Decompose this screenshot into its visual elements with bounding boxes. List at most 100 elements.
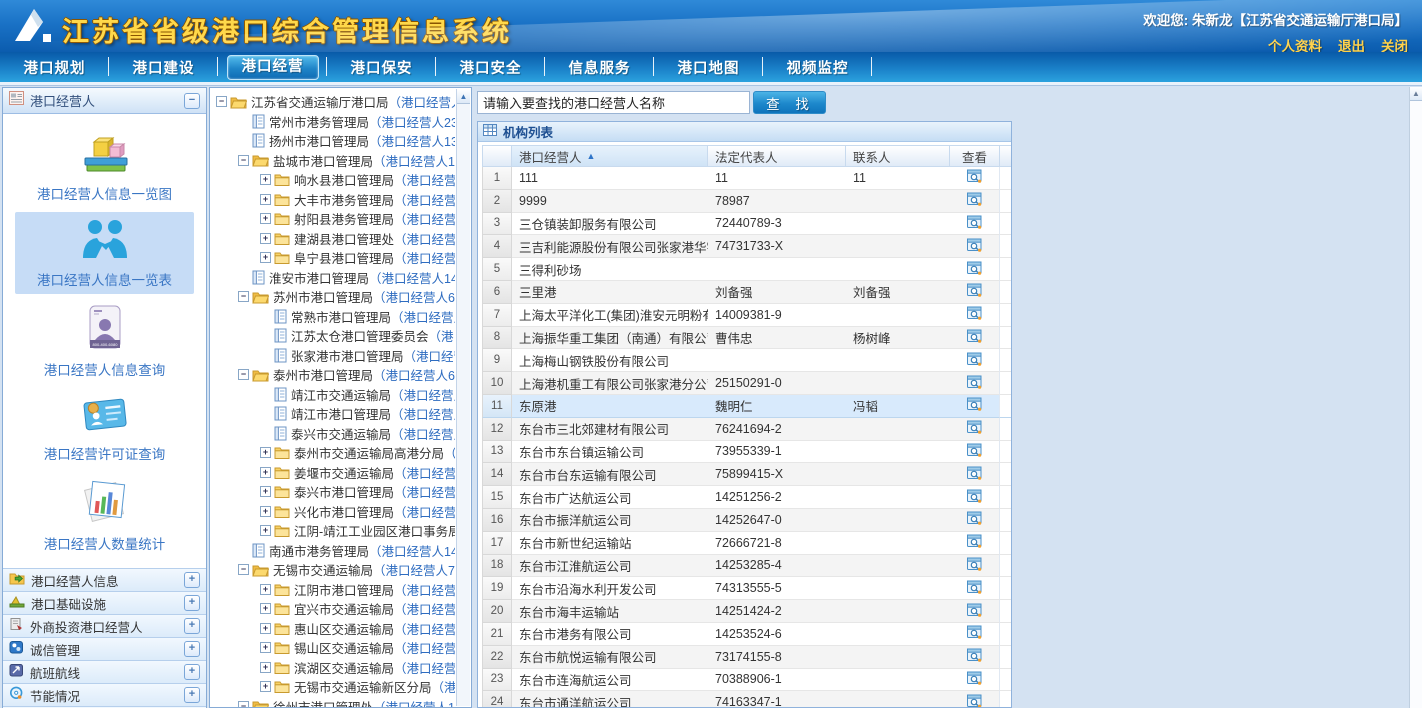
collapse-toggle-icon[interactable]: − [216,96,227,107]
view-button[interactable] [950,372,1000,395]
expand-toggle-icon[interactable]: + [260,506,271,517]
view-button[interactable] [950,669,1000,692]
view-details-icon[interactable] [967,283,983,300]
tree-node-26[interactable]: +宜兴市交通运输局（港口经营人2） [212,599,455,619]
view-button[interactable] [950,691,1000,708]
view-button[interactable] [950,463,1000,486]
expand-button[interactable]: + [184,664,200,680]
table-row[interactable]: 21东台市港务有限公司14253524-6 [482,623,1007,646]
view-details-icon[interactable] [967,489,983,506]
tree-node-9[interactable]: 淮安市港口管理局（港口经营人143） [212,268,455,288]
expand-toggle-icon[interactable]: + [260,584,271,595]
expand-toggle-icon[interactable]: + [260,447,271,458]
view-details-icon[interactable] [967,329,983,346]
view-details-icon[interactable] [967,397,983,414]
table-row[interactable]: 24东台市通洋航运公司74163347-1 [482,691,1007,708]
tree-node-19[interactable]: +姜堰市交通运输局（港口经营人0） [212,463,455,483]
expand-button[interactable]: + [184,687,200,703]
view-button[interactable] [950,235,1000,258]
table-row[interactable]: 3三仓镇装卸服务有限公司72440789-3 [482,213,1007,236]
close-link[interactable]: 关闭 [1381,35,1408,52]
sidebar-item-2[interactable]: 800-400-6080港口经营人信息查询 [15,298,194,384]
expand-toggle-icon[interactable]: + [260,642,271,653]
tree-node-6[interactable]: +射阳县港务管理局（港口经营人0） [212,209,455,229]
view-button[interactable] [950,190,1000,213]
table-row[interactable]: 22东台市航悦运输有限公司73174155-8 [482,646,1007,669]
view-details-icon[interactable] [967,603,983,620]
tree-node-17[interactable]: 泰兴市交通运输局（港口经营人0） [212,424,455,444]
table-row[interactable]: 16东台市振洋航运公司14252647-0 [482,509,1007,532]
tree-node-24[interactable]: −无锡市交通运输局（港口经营人7） [212,560,455,580]
view-details-icon[interactable] [967,215,983,232]
nav-tab-0[interactable]: 港口规划 [0,52,109,82]
tree-node-23[interactable]: 南通市港务管理局（港口经营人147） [212,541,455,561]
table-row[interactable]: 20东台市海丰运输站14251424-2 [482,600,1007,623]
expand-toggle-icon[interactable]: + [260,252,271,263]
view-button[interactable] [950,258,1000,281]
view-button[interactable] [950,486,1000,509]
accordion-row-0[interactable]: 港口经营人信息+ [3,569,206,592]
view-button[interactable] [950,327,1000,350]
view-details-icon[interactable] [967,580,983,597]
view-button[interactable] [950,349,1000,372]
expand-toggle-icon[interactable]: + [260,525,271,536]
table-row[interactable]: 6三里港刘备强刘备强 [482,281,1007,304]
tree-node-28[interactable]: +锡山区交通运输局（港口经营人1） [212,638,455,658]
tree-node-5[interactable]: +大丰市港务管理局（港口经营人0） [212,190,455,210]
expand-toggle-icon[interactable]: + [260,603,271,614]
expand-toggle-icon[interactable]: + [260,662,271,673]
page-scrollbar[interactable]: ▲ [1409,87,1422,708]
view-details-icon[interactable] [967,443,983,460]
expand-toggle-icon[interactable]: + [260,174,271,185]
view-button[interactable] [950,167,1000,190]
table-row[interactable]: 12东台市三北郊建材有限公司76241694-2 [482,418,1007,441]
tree-node-13[interactable]: 张家港市港口管理局（港口经营人10 [212,346,455,366]
tree-node-12[interactable]: 江苏太仓港口管理委员会（港口经营 [212,326,455,346]
view-details-icon[interactable] [967,511,983,528]
view-button[interactable] [950,441,1000,464]
view-button[interactable] [950,213,1000,236]
tree-node-1[interactable]: 常州市港务管理局（港口经营人239） [212,112,455,132]
nav-tab-6[interactable]: 港口地图 [654,52,763,82]
accordion-row-3[interactable]: 诚信管理+ [3,638,206,661]
view-button[interactable] [950,532,1000,555]
table-row[interactable]: 2999978987 [482,190,1007,213]
view-details-icon[interactable] [967,534,983,551]
accordion-row-4[interactable]: 航班航线+ [3,661,206,684]
view-details-icon[interactable] [967,557,983,574]
tree-scrollbar[interactable]: ▲ [456,89,470,706]
view-details-icon[interactable] [967,169,983,186]
tree-node-30[interactable]: +无锡市交通运输新区分局（港口经营 [212,677,455,697]
tree-node-11[interactable]: 常熟市港口管理局（港口经营人127） [212,307,455,327]
view-details-icon[interactable] [967,625,983,642]
view-button[interactable] [950,509,1000,532]
expand-toggle-icon[interactable]: + [260,681,271,692]
tree-node-2[interactable]: 扬州市港口管理局（港口经营人130） [212,131,455,151]
table-row[interactable]: 17东台市新世纪运输站72666721-8 [482,532,1007,555]
tree-node-0[interactable]: −江苏省交通运输厅港口局（港口经营人2007） [212,92,455,112]
expand-button[interactable]: + [184,618,200,634]
view-details-icon[interactable] [967,420,983,437]
view-button[interactable] [950,646,1000,669]
collapse-button[interactable]: − [184,93,200,109]
table-row[interactable]: 5三得利砂场 [482,258,1007,281]
table-row[interactable]: 18东台市江淮航运公司14253285-4 [482,555,1007,578]
table-row[interactable]: 11东原港魏明仁冯韬 [482,395,1007,418]
nav-tab-2[interactable]: 港口经营 [218,52,327,82]
table-row[interactable]: 15东台市广达航运公司14251256-2 [482,486,1007,509]
collapse-toggle-icon[interactable]: − [238,155,249,166]
collapse-toggle-icon[interactable]: − [238,701,249,707]
table-row[interactable]: 11111111 [482,167,1007,190]
view-details-icon[interactable] [967,352,983,369]
view-details-icon[interactable] [967,306,983,323]
expand-toggle-icon[interactable]: + [260,213,271,224]
accordion-row-1[interactable]: 港口基础设施+ [3,592,206,615]
view-details-icon[interactable] [967,238,983,255]
expand-toggle-icon[interactable]: + [260,486,271,497]
view-button[interactable] [950,623,1000,646]
tree-node-29[interactable]: +滨湖区交通运输局（港口经营人1） [212,658,455,678]
scroll-up-icon[interactable]: ▲ [457,89,470,104]
table-row[interactable]: 9上海梅山钢铁股份有限公司 [482,349,1007,372]
tree-node-14[interactable]: −泰州市港口管理局（港口经营人64） [212,365,455,385]
view-button[interactable] [950,555,1000,578]
